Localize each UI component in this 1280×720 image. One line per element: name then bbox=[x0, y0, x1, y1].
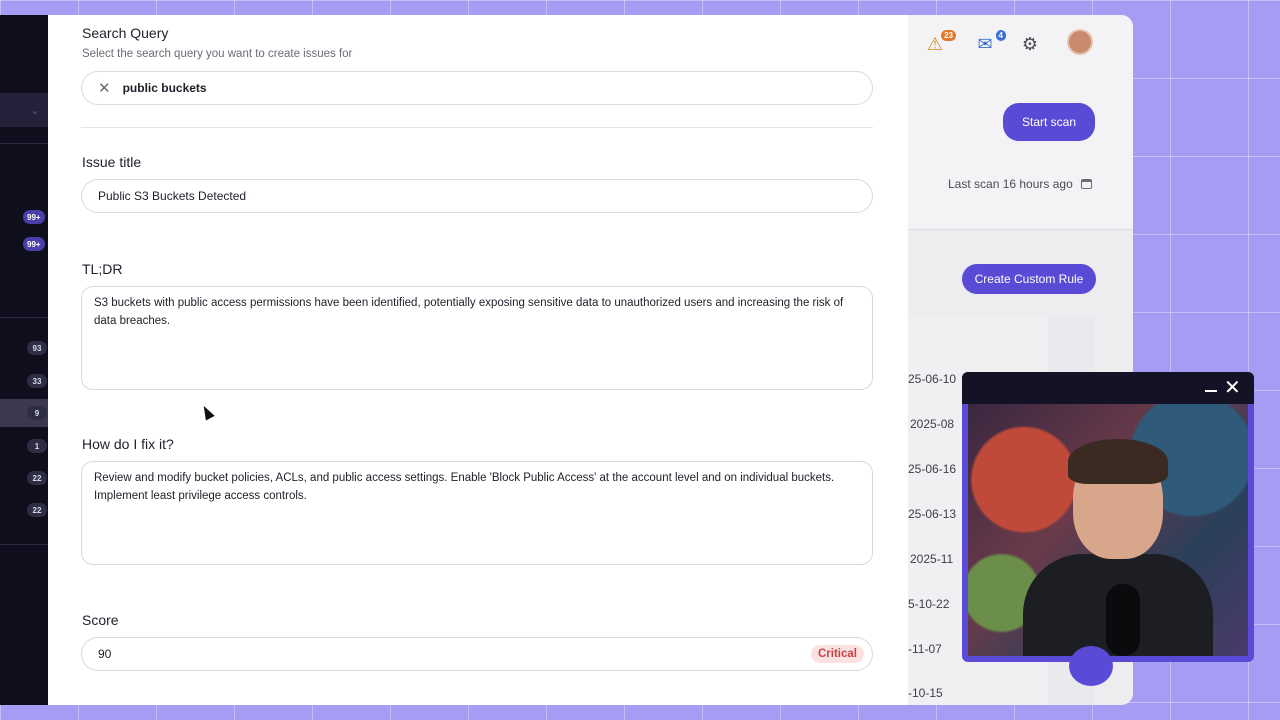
sidebar-dropdown[interactable]: ⌄ bbox=[0, 93, 48, 127]
microphone bbox=[1106, 584, 1140, 656]
score-label: Score bbox=[82, 612, 119, 628]
search-query-help: Select the search query you want to crea… bbox=[82, 48, 353, 60]
create-issue-panel: Search Query Select the search query you… bbox=[48, 15, 908, 705]
webcam-titlebar: ✕ bbox=[962, 372, 1254, 404]
fix-textarea[interactable]: Review and modify bucket policies, ACLs,… bbox=[81, 461, 873, 565]
calendar-icon[interactable] bbox=[1080, 179, 1092, 189]
webcam-video bbox=[968, 404, 1248, 656]
webcam-overlay: ✕ bbox=[962, 372, 1254, 662]
sidebar-count-badge: 33 bbox=[27, 374, 47, 388]
mail-count-badge: 4 bbox=[995, 30, 1006, 41]
alert-count-badge: 23 bbox=[941, 30, 956, 41]
remove-query-icon[interactable]: ✕ bbox=[98, 79, 111, 97]
sidebar-divider bbox=[0, 143, 48, 144]
table-cell-date: 5-10-22 bbox=[908, 597, 950, 611]
search-query-value: public buckets bbox=[122, 81, 207, 95]
table-cell-date: -10-15 bbox=[908, 686, 943, 700]
table-cell-date: 25-06-13 bbox=[908, 507, 957, 521]
sidebar-divider bbox=[0, 544, 48, 545]
table-cell-date: 2025-11 bbox=[910, 552, 954, 566]
severity-badge: Critical bbox=[811, 645, 864, 663]
sidebar-count-badge: 22 bbox=[27, 503, 47, 517]
last-scan-info: Last scan 16 hours ago bbox=[948, 177, 1092, 191]
issue-title-value: Public S3 Buckets Detected bbox=[98, 189, 247, 203]
tldr-label: TL;DR bbox=[82, 261, 123, 277]
table-cell-date: 25-06-10 bbox=[908, 372, 957, 386]
chat-button[interactable] bbox=[1069, 646, 1113, 686]
sidebar-count-badge: 93 bbox=[27, 341, 47, 355]
avatar[interactable] bbox=[1067, 29, 1093, 55]
table-cell-date: 25-06-16 bbox=[908, 462, 957, 476]
table-cell-date: 2025-08 bbox=[910, 417, 955, 431]
minimize-icon[interactable] bbox=[1205, 390, 1217, 392]
tldr-value: S3 buckets with public access permission… bbox=[94, 297, 844, 327]
issue-title-input[interactable]: Public S3 Buckets Detected bbox=[81, 179, 873, 213]
start-scan-button[interactable]: Start scan bbox=[1003, 103, 1095, 141]
chevron-down-icon: ⌄ bbox=[29, 103, 40, 117]
tldr-textarea[interactable]: S3 buckets with public access permission… bbox=[81, 286, 873, 390]
last-scan-text: Last scan 16 hours ago bbox=[948, 177, 1073, 191]
sidebar-badge: 99+ bbox=[23, 210, 45, 224]
score-input[interactable]: 90 Critical bbox=[81, 637, 873, 671]
alert-icon[interactable]: ⚠ 23 bbox=[922, 30, 956, 55]
close-icon[interactable]: ✕ bbox=[1224, 375, 1241, 400]
score-value: 90 bbox=[98, 647, 112, 661]
search-query-label: Search Query bbox=[82, 25, 169, 41]
issue-title-label: Issue title bbox=[82, 154, 142, 170]
search-query-select[interactable]: ✕ public buckets bbox=[81, 71, 873, 105]
sidebar-badge: 99+ bbox=[23, 237, 45, 251]
left-sidebar: ⌄ 99+ 99+ 93 33 9 1 22 22 bbox=[0, 15, 48, 705]
section-divider bbox=[81, 127, 873, 128]
sidebar-count-badge: 1 bbox=[27, 439, 47, 453]
fix-value: Review and modify bucket policies, ACLs,… bbox=[94, 472, 835, 502]
gear-icon[interactable]: ⚙ bbox=[1017, 33, 1043, 55]
sidebar-count-badge: 22 bbox=[27, 471, 47, 485]
fix-label: How do I fix it? bbox=[82, 436, 174, 452]
mail-icon[interactable]: ✉ 4 bbox=[972, 30, 1006, 55]
table-cell-date: -11-07 bbox=[908, 642, 942, 656]
presenter-hair bbox=[1068, 439, 1168, 484]
sidebar-divider bbox=[0, 317, 48, 318]
create-custom-rule-button[interactable]: Create Custom Rule bbox=[962, 264, 1096, 294]
sidebar-count-badge: 9 bbox=[27, 406, 47, 420]
